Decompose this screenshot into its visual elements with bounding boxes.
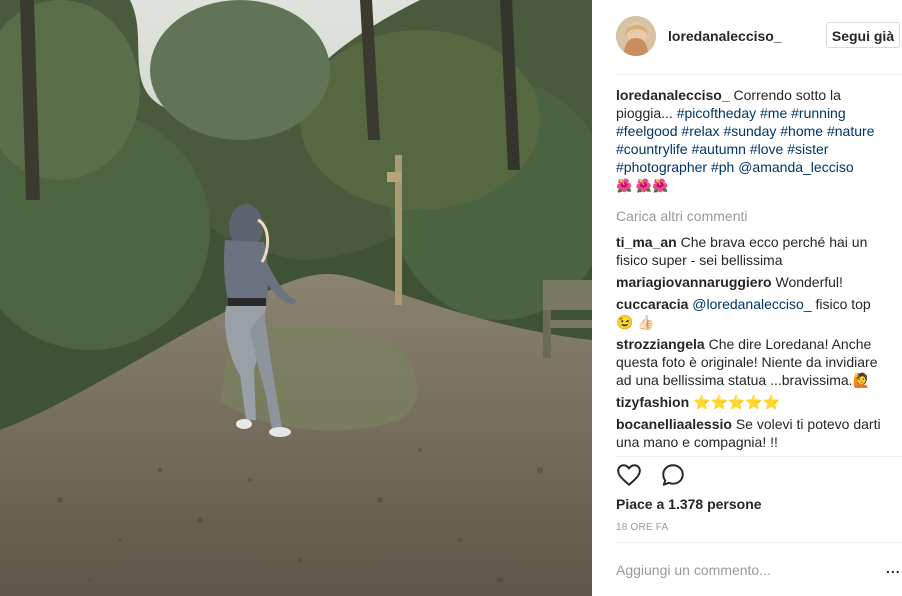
hashtag-link[interactable]: #home xyxy=(780,123,823,139)
hashtag-link[interactable]: #relax xyxy=(681,123,719,139)
avatar[interactable] xyxy=(616,16,656,56)
hashtag-link[interactable]: #feelgood xyxy=(616,123,678,139)
hashtag-link[interactable]: #sunday xyxy=(723,123,776,139)
comment-username[interactable]: bocanelliaalessio xyxy=(616,416,732,432)
more-options-icon[interactable]: ... xyxy=(886,560,901,576)
post-timestamp[interactable]: 18 ORE FA xyxy=(616,522,668,533)
speech-bubble-icon[interactable] xyxy=(660,462,688,490)
comments-list[interactable]: loredanalecciso_ Correndo sotto la piogg… xyxy=(616,86,888,456)
comment-username[interactable]: mariagiovannaruggiero xyxy=(616,274,772,290)
heart-icon[interactable] xyxy=(616,462,644,490)
comment-username[interactable]: tizyfashion xyxy=(616,394,689,410)
comment-item: bocanelliaalessio Se volevi ti potevo da… xyxy=(616,415,888,451)
comment-text: ⭐⭐⭐⭐⭐ xyxy=(693,394,781,410)
post-header: loredanalecciso_ Segui già xyxy=(592,0,902,74)
caption-mention[interactable]: @amanda_lecciso xyxy=(738,159,853,175)
hashtag-link[interactable]: #sister xyxy=(787,141,828,157)
action-bar xyxy=(616,462,700,490)
comment-item: cuccaracia @loredanalecciso_ fisico top … xyxy=(616,295,888,331)
forest-trail-image xyxy=(0,0,592,596)
comment-item: strozziangela Che dire Loredana! Anche q… xyxy=(616,335,888,389)
hashtag-link[interactable]: #ph xyxy=(711,159,734,175)
add-comment-input[interactable]: Aggiungi un commento... xyxy=(616,562,771,578)
comment-text: Wonderful! xyxy=(775,274,843,290)
post-photo[interactable] xyxy=(0,0,592,596)
header-divider xyxy=(616,74,902,75)
comment-username[interactable]: cuccaracia xyxy=(616,296,688,312)
following-button[interactable]: Segui già xyxy=(826,22,900,48)
load-more-comments-link[interactable]: Carica altri commenti xyxy=(616,207,888,225)
caption-emoji: 🌺 🌺🌺 xyxy=(616,178,669,193)
hashtag-link[interactable]: #running xyxy=(791,105,846,121)
comment-mention[interactable]: @loredanalecciso_ xyxy=(692,296,811,312)
caption: loredanalecciso_ Correndo sotto la piogg… xyxy=(616,86,888,195)
comment-item: tizyfashion ⭐⭐⭐⭐⭐ xyxy=(616,393,888,411)
hashtag-link[interactable]: #me xyxy=(760,105,787,121)
instagram-post: loredanalecciso_ Segui già loredanalecci… xyxy=(0,0,902,596)
profile-photo-icon xyxy=(616,16,656,56)
hashtag-link[interactable]: #love xyxy=(750,141,783,157)
comment-item: ti_ma_an Che brava ecco perché hai un fi… xyxy=(616,233,888,269)
comment-username[interactable]: strozziangela xyxy=(616,336,705,352)
comment-username[interactable]: ti_ma_an xyxy=(616,234,677,250)
comments-divider xyxy=(616,456,902,457)
comment-item: mariagiovannaruggiero Wonderful! xyxy=(616,273,888,291)
hashtag-link[interactable]: #autumn xyxy=(691,141,745,157)
caption-username[interactable]: loredanalecciso_ xyxy=(616,87,730,103)
footer-divider xyxy=(616,542,902,543)
post-details-panel: loredanalecciso_ Segui già loredanalecci… xyxy=(592,0,902,596)
post-author-username[interactable]: loredanalecciso_ xyxy=(668,28,782,44)
hashtag-link[interactable]: #countrylife xyxy=(616,141,688,157)
hashtag-link[interactable]: #photographer xyxy=(616,159,707,175)
hashtag-link[interactable]: #nature xyxy=(827,123,874,139)
hashtag-link[interactable]: #picoftheday xyxy=(677,105,756,121)
likes-count[interactable]: Piace a 1.378 persone xyxy=(616,496,762,512)
